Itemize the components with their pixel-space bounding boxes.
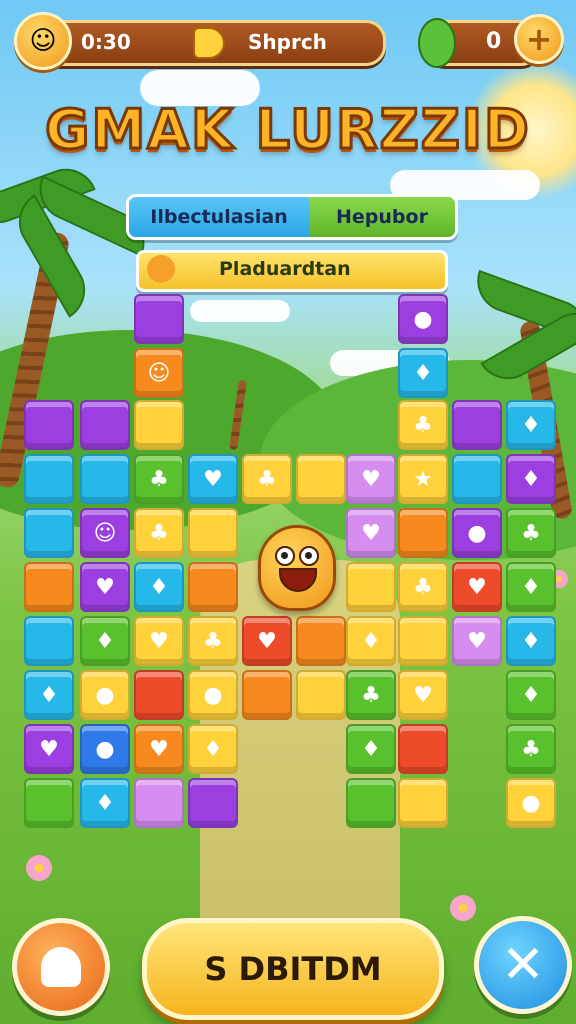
- board-tile[interactable]: ♥: [242, 616, 292, 666]
- cloud: [190, 300, 290, 322]
- game-scene: 0:30 Shprch ☺ 0 + GMAK LURZZID Ilbectula…: [0, 0, 576, 1024]
- board-tile[interactable]: [24, 454, 74, 504]
- board-tile[interactable]: ♦: [346, 616, 396, 666]
- board-tile[interactable]: ♥: [188, 454, 238, 504]
- board-tile[interactable]: [398, 724, 448, 774]
- close-button[interactable]: ✕: [474, 916, 572, 1014]
- board-tile[interactable]: [134, 778, 184, 828]
- mascot-mouth: [279, 568, 317, 592]
- board-tile[interactable]: ★: [398, 454, 448, 504]
- fruit-icon: [147, 255, 175, 283]
- board-tile[interactable]: ♦: [398, 348, 448, 398]
- board-tile[interactable]: ♦: [346, 724, 396, 774]
- board-tile[interactable]: [24, 400, 74, 450]
- board-tile[interactable]: ♣: [398, 562, 448, 612]
- board-tile[interactable]: [24, 562, 74, 612]
- board-tile[interactable]: ♣: [188, 616, 238, 666]
- chef-hat-button[interactable]: [12, 918, 110, 1016]
- board-tile[interactable]: [296, 454, 346, 504]
- board-tile[interactable]: [24, 508, 74, 558]
- banner-right-label[interactable]: Hepubor: [309, 197, 455, 237]
- board-tile[interactable]: [242, 670, 292, 720]
- board-tile[interactable]: [188, 562, 238, 612]
- board-tile[interactable]: [296, 670, 346, 720]
- board-tile[interactable]: ♦: [80, 778, 130, 828]
- board-tile[interactable]: ♥: [80, 562, 130, 612]
- board-tile[interactable]: ♥: [398, 670, 448, 720]
- board-tile[interactable]: [24, 778, 74, 828]
- sub-banner: Pladuardtan: [136, 250, 448, 292]
- board-tile[interactable]: ●: [188, 670, 238, 720]
- mode-banner: Ilbectulasian Hepubor: [126, 194, 458, 240]
- board-tile[interactable]: ♣: [346, 670, 396, 720]
- board-tile[interactable]: ♦: [80, 616, 130, 666]
- flower: [450, 895, 476, 921]
- board-tile[interactable]: [134, 294, 184, 344]
- board-tile[interactable]: [80, 400, 130, 450]
- coin-count: 0: [486, 29, 502, 54]
- board-tile[interactable]: ♦: [506, 670, 556, 720]
- board-tile[interactable]: ♥: [452, 616, 502, 666]
- sub-banner-label: Pladuardtan: [219, 258, 351, 280]
- board-tile[interactable]: ♦: [506, 562, 556, 612]
- board-tile[interactable]: ♣: [242, 454, 292, 504]
- board-tile[interactable]: [80, 454, 130, 504]
- board-tile[interactable]: [24, 616, 74, 666]
- board-tile[interactable]: ♥: [24, 724, 74, 774]
- board-tile[interactable]: ●: [80, 670, 130, 720]
- mode-label: Shprch: [248, 30, 327, 54]
- board-tile[interactable]: ♦: [506, 616, 556, 666]
- chef-hat-icon: [41, 947, 81, 987]
- board-tile[interactable]: ♣: [398, 400, 448, 450]
- board-tile[interactable]: [188, 508, 238, 558]
- board-tile[interactable]: ♣: [134, 508, 184, 558]
- fruit-icon: [418, 18, 456, 68]
- board-tile[interactable]: [134, 400, 184, 450]
- board-tile[interactable]: ♦: [134, 562, 184, 612]
- mascot-eye: [299, 546, 319, 566]
- board-tile[interactable]: ♦: [506, 400, 556, 450]
- board-tile[interactable]: [188, 778, 238, 828]
- board-tile[interactable]: [452, 454, 502, 504]
- board-tile[interactable]: [296, 616, 346, 666]
- board-tile[interactable]: ☺: [134, 348, 184, 398]
- flower: [26, 855, 52, 881]
- board-tile[interactable]: ●: [398, 294, 448, 344]
- timer-text: 0:30: [81, 30, 131, 54]
- play-icon: [193, 27, 225, 59]
- board-tile[interactable]: [346, 562, 396, 612]
- board-tile[interactable]: ♣: [506, 508, 556, 558]
- board-tile[interactable]: ☺: [80, 508, 130, 558]
- board-tile[interactable]: ♣: [506, 724, 556, 774]
- board-tile[interactable]: ♥: [452, 562, 502, 612]
- board-tile[interactable]: ♦: [506, 454, 556, 504]
- board-tile[interactable]: ♦: [188, 724, 238, 774]
- add-coins-button[interactable]: +: [514, 14, 564, 64]
- start-button-label: S DBITDM: [204, 950, 382, 988]
- timer-bar: 0:30 Shprch: [40, 20, 386, 66]
- board-tile[interactable]: [346, 778, 396, 828]
- board-tile[interactable]: ♥: [134, 724, 184, 774]
- banner-left-label[interactable]: Ilbectulasian: [129, 197, 309, 237]
- board-tile[interactable]: ♥: [134, 616, 184, 666]
- board-tile[interactable]: ♥: [346, 508, 396, 558]
- mascot-avatar-icon[interactable]: ☺: [14, 12, 72, 70]
- board-tile[interactable]: ♣: [134, 454, 184, 504]
- board-tile[interactable]: ●: [506, 778, 556, 828]
- board-tile[interactable]: [398, 778, 448, 828]
- board-tile[interactable]: ♥: [346, 454, 396, 504]
- board-tile[interactable]: ●: [80, 724, 130, 774]
- board-tile[interactable]: [134, 670, 184, 720]
- board-tile[interactable]: [398, 616, 448, 666]
- board-tile[interactable]: [398, 508, 448, 558]
- board-tile[interactable]: [452, 400, 502, 450]
- board-tile[interactable]: ●: [452, 508, 502, 558]
- close-icon: ✕: [501, 935, 545, 995]
- mascot-eye: [275, 546, 295, 566]
- start-button[interactable]: S DBITDM: [142, 918, 444, 1020]
- mascot-character: [258, 525, 336, 611]
- board-tile[interactable]: ♦: [24, 670, 74, 720]
- game-title: GMAK LURZZID: [44, 97, 531, 163]
